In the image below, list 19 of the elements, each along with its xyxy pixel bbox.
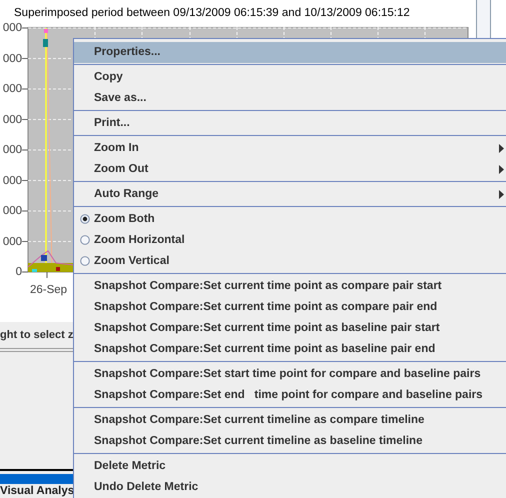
axis-label: 000 <box>2 144 22 156</box>
axis-label: 000 <box>2 174 22 186</box>
menu-item[interactable]: Properties... <box>74 42 506 63</box>
axis-label: 0 <box>16 266 22 278</box>
chart-subtitle: Superimposed period between 09/13/2009 06:15:39 and 10/13/2009 06:15:12 <box>14 6 410 21</box>
axis-label: 000 <box>2 83 22 95</box>
axis-label: 000 <box>2 205 22 217</box>
submenu-arrow-icon <box>499 190 504 199</box>
status-text: ght to select z <box>0 328 74 343</box>
submenu-arrow-icon <box>499 165 504 174</box>
radio-button[interactable] <box>80 214 90 224</box>
axis-label: 000 <box>2 114 22 126</box>
axis-label: 000 <box>2 52 22 64</box>
radio-button[interactable] <box>80 256 90 266</box>
axis-label: 26-Sep <box>30 283 68 298</box>
axis-label: 000 <box>2 236 22 248</box>
radio-button[interactable] <box>80 235 90 245</box>
axis-label: 000 <box>2 22 22 34</box>
submenu-arrow-icon <box>499 144 504 153</box>
